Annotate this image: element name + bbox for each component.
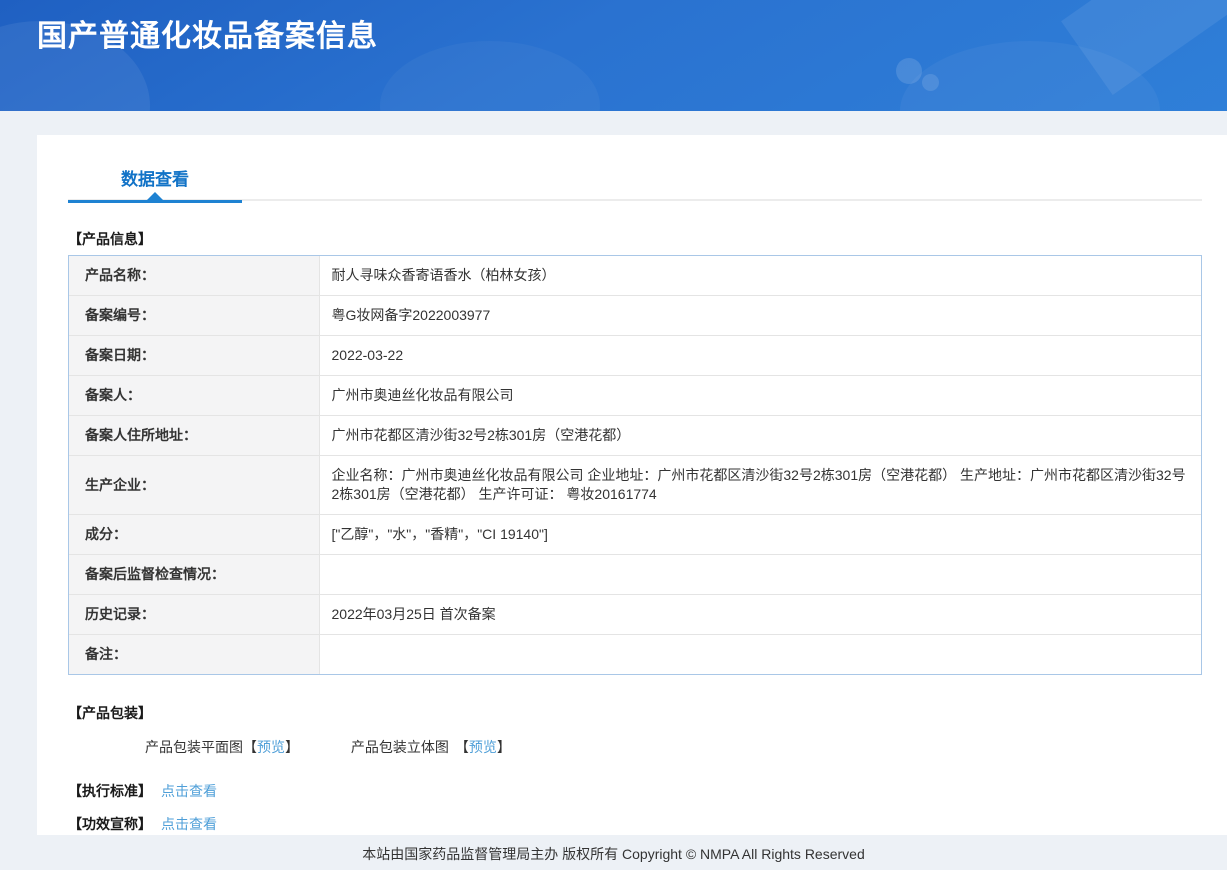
row-value: 耐人寻味众香寄语香水（柏林女孩）: [318, 256, 1201, 296]
bracket-close: 】: [285, 739, 299, 755]
packaging-stereo-preview-link[interactable]: 预览: [469, 739, 497, 755]
efficacy-label: 【功效宣称】: [68, 816, 152, 832]
packaging-row: 产品包装平面图【预览】 产品包装立体图 【预览】: [145, 737, 1227, 757]
table-row-ingredients: 成分： ["乙醇"，"水"，"香精"，"CI 19140"]: [69, 514, 1201, 555]
row-label: 备案人：: [69, 375, 320, 416]
packaging-flat-label: 产品包装平面图: [145, 739, 243, 755]
row-value: [318, 634, 1201, 674]
row-value: 企业名称：广州市奥迪丝化妆品有限公司 企业地址：广州市花都区清沙街32号2栋30…: [318, 455, 1201, 515]
row-label: 备注：: [69, 634, 320, 674]
packaging-stereo-label: 产品包装立体图: [350, 739, 449, 755]
table-row-registrant: 备案人： 广州市奥迪丝化妆品有限公司: [69, 375, 1201, 416]
table-row-product-name: 产品名称： 耐人寻味众香寄语香水（柏林女孩）: [69, 256, 1201, 296]
row-label: 备案后监督检查情况：: [69, 554, 320, 595]
page-footer: 本站由国家药品监督管理局主办 版权所有 Copyright © NMPA All…: [0, 835, 1227, 864]
packaging-flat-preview-link[interactable]: 预览: [257, 739, 285, 755]
table-row-supervision-check: 备案后监督检查情况：: [69, 554, 1201, 595]
standards-row: 【执行标准】 点击查看: [68, 781, 1227, 801]
header-decoration-dot: [896, 58, 922, 84]
bracket-close: 】: [496, 739, 511, 755]
product-info-table: 产品名称： 耐人寻味众香寄语香水（柏林女孩） 备案编号： 粤G妆网备字20220…: [68, 255, 1202, 675]
table-row-manufacturer: 生产企业： 企业名称：广州市奥迪丝化妆品有限公司 企业地址：广州市花都区清沙街3…: [69, 455, 1201, 515]
table-row-remarks: 备注：: [69, 634, 1201, 674]
row-label: 备案日期：: [69, 335, 320, 376]
row-label: 产品名称：: [69, 256, 320, 296]
tab-data-view-label: 数据查看: [121, 170, 189, 189]
content-card: 数据查看 【产品信息】 产品名称： 耐人寻味众香寄语香水（柏林女孩） 备案编号：…: [37, 135, 1227, 835]
tab-bar: 数据查看: [68, 165, 1202, 203]
packaging-flat-item: 产品包装平面图【预览】: [145, 737, 299, 757]
row-label: 成分：: [69, 514, 320, 555]
row-label: 备案编号：: [69, 295, 320, 336]
row-value: 粤G妆网备字2022003977: [318, 295, 1201, 336]
packaging-stereo-item: 产品包装立体图 【预览】: [351, 737, 511, 757]
table-row-history: 历史记录： 2022年03月25日 首次备案: [69, 594, 1201, 635]
efficacy-view-link[interactable]: 点击查看: [161, 816, 217, 832]
footer-copyright-text: 本站由国家药品监督管理局主办 版权所有 Copyright © NMPA All…: [362, 846, 865, 862]
row-label: 生产企业：: [69, 455, 320, 515]
bracket-open: 【: [454, 739, 469, 755]
row-value: 2022年03月25日 首次备案: [318, 594, 1201, 635]
row-value: [318, 554, 1201, 595]
row-label: 备案人住所地址：: [69, 415, 320, 456]
product-info-section-title: 【产品信息】: [68, 231, 152, 247]
standards-view-link[interactable]: 点击查看: [161, 783, 217, 799]
bracket-open: 【: [243, 739, 257, 755]
table-row-registrant-address: 备案人住所地址： 广州市花都区清沙街32号2栋301房（空港花都）: [69, 415, 1201, 456]
row-value: ["乙醇"，"水"，"香精"，"CI 19140"]: [318, 514, 1201, 555]
row-value: 2022-03-22: [318, 335, 1201, 376]
page-header: 国产普通化妆品备案信息: [0, 0, 1227, 111]
header-decoration-dot: [922, 74, 939, 91]
efficacy-row: 【功效宣称】 点击查看: [68, 814, 1227, 834]
standards-label: 【执行标准】: [68, 783, 152, 799]
packaging-section-title: 【产品包装】: [68, 705, 152, 721]
table-row-registration-number: 备案编号： 粤G妆网备字2022003977: [69, 295, 1201, 336]
page-title: 国产普通化妆品备案信息: [37, 20, 378, 53]
row-value: 广州市奥迪丝化妆品有限公司: [318, 375, 1201, 416]
row-value: 广州市花都区清沙街32号2栋301房（空港花都）: [318, 415, 1201, 456]
tab-data-view[interactable]: 数据查看: [68, 165, 242, 203]
table-row-registration-date: 备案日期： 2022-03-22: [69, 335, 1201, 376]
row-label: 历史记录：: [69, 594, 320, 635]
